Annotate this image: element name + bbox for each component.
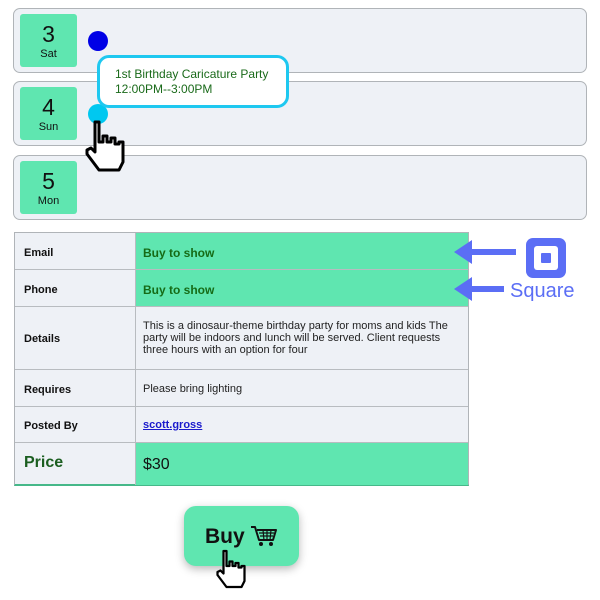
day-number: 5 bbox=[42, 168, 55, 194]
event-time: 12:00PM--3:00PM bbox=[115, 82, 213, 96]
shopping-cart-icon bbox=[251, 526, 277, 546]
row-label: Details bbox=[24, 333, 61, 345]
event-tooltip: 1st Birthday Caricature Party 12:00PM--3… bbox=[97, 55, 289, 108]
details-row-description: Details This is a dinosaur-theme birthda… bbox=[15, 307, 468, 370]
price-label: Price bbox=[24, 454, 64, 471]
square-label: Square bbox=[510, 280, 575, 302]
row-label: Email bbox=[24, 247, 54, 259]
square-logo-icon bbox=[526, 238, 566, 278]
price-value-cell: $30 bbox=[135, 443, 468, 485]
details-row-price: Price $30 bbox=[15, 443, 468, 485]
day-weekday: Sat bbox=[40, 48, 57, 60]
day-weekday: Mon bbox=[37, 195, 60, 207]
arrow-left-icon bbox=[454, 240, 516, 264]
row-label: Posted By bbox=[24, 420, 78, 432]
description-text: This is a dinosaur-theme birthday party … bbox=[143, 320, 448, 356]
phone-buy-to-show: Buy to show bbox=[143, 283, 215, 297]
requires-text: Please bring lighting bbox=[143, 383, 243, 395]
details-row-email: Email Buy to show bbox=[15, 233, 468, 270]
buy-label: Buy bbox=[205, 525, 245, 548]
arrow-left-icon bbox=[454, 277, 504, 301]
posted-by-value-cell: scott.gross bbox=[135, 407, 468, 442]
day-number: 3 bbox=[42, 21, 55, 47]
requires-value-cell: Please bring lighting bbox=[135, 370, 468, 406]
day-badge: 3 Sat bbox=[20, 14, 77, 67]
posted-by-link[interactable]: scott.gross bbox=[143, 419, 202, 431]
event-title: 1st Birthday Caricature Party bbox=[115, 67, 269, 81]
phone-value-cell[interactable]: Buy to show bbox=[135, 270, 468, 306]
day-number: 4 bbox=[42, 94, 55, 120]
day-badge: 4 Sun bbox=[20, 87, 77, 140]
day-weekday: Sun bbox=[38, 121, 59, 133]
row-label: Requires bbox=[24, 384, 72, 396]
event-dot[interactable] bbox=[88, 31, 108, 51]
gig-details-table: Email Buy to show Phone Buy to show Deta… bbox=[14, 232, 469, 486]
hand-pointer-icon bbox=[85, 120, 125, 172]
day-badge: 5 Mon bbox=[20, 161, 77, 214]
details-row-posted-by: Posted By scott.gross bbox=[15, 407, 468, 443]
email-buy-to-show: Buy to show bbox=[143, 246, 215, 260]
email-value-cell[interactable]: Buy to show bbox=[135, 233, 468, 269]
details-row-phone: Phone Buy to show bbox=[15, 270, 468, 307]
hand-pointer-icon bbox=[216, 549, 246, 589]
row-label: Phone bbox=[24, 284, 58, 296]
price-value: $30 bbox=[143, 456, 170, 473]
details-row-requires: Requires Please bring lighting bbox=[15, 370, 468, 407]
description-value-cell: This is a dinosaur-theme birthday party … bbox=[135, 307, 468, 369]
